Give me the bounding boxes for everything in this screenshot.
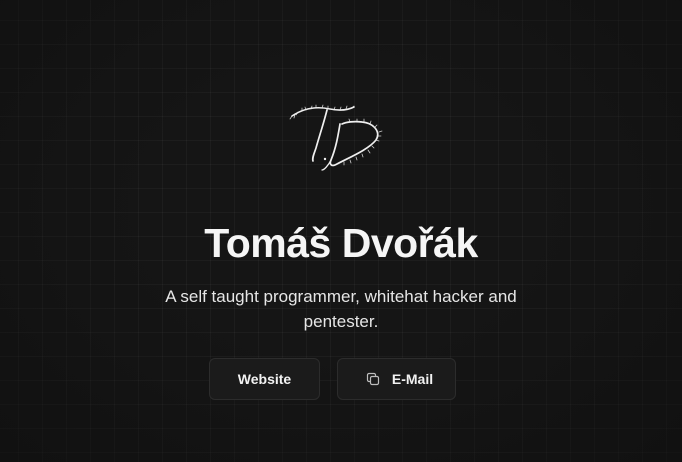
- profile-name: Tomáš Dvořák: [204, 220, 478, 266]
- email-button-label: E-Mail: [391, 371, 434, 387]
- profile-tagline: A self taught programmer, whitehat hacke…: [165, 287, 517, 331]
- website-button-label: Website: [237, 371, 292, 387]
- page: Tomáš Dvořák A self taught programmer, w…: [0, 0, 682, 462]
- td-signature-monogram-icon: [289, 104, 383, 171]
- website-button[interactable]: Website: [209, 358, 320, 400]
- email-button[interactable]: E-Mail: [337, 358, 456, 400]
- copy-icon: [366, 372, 379, 386]
